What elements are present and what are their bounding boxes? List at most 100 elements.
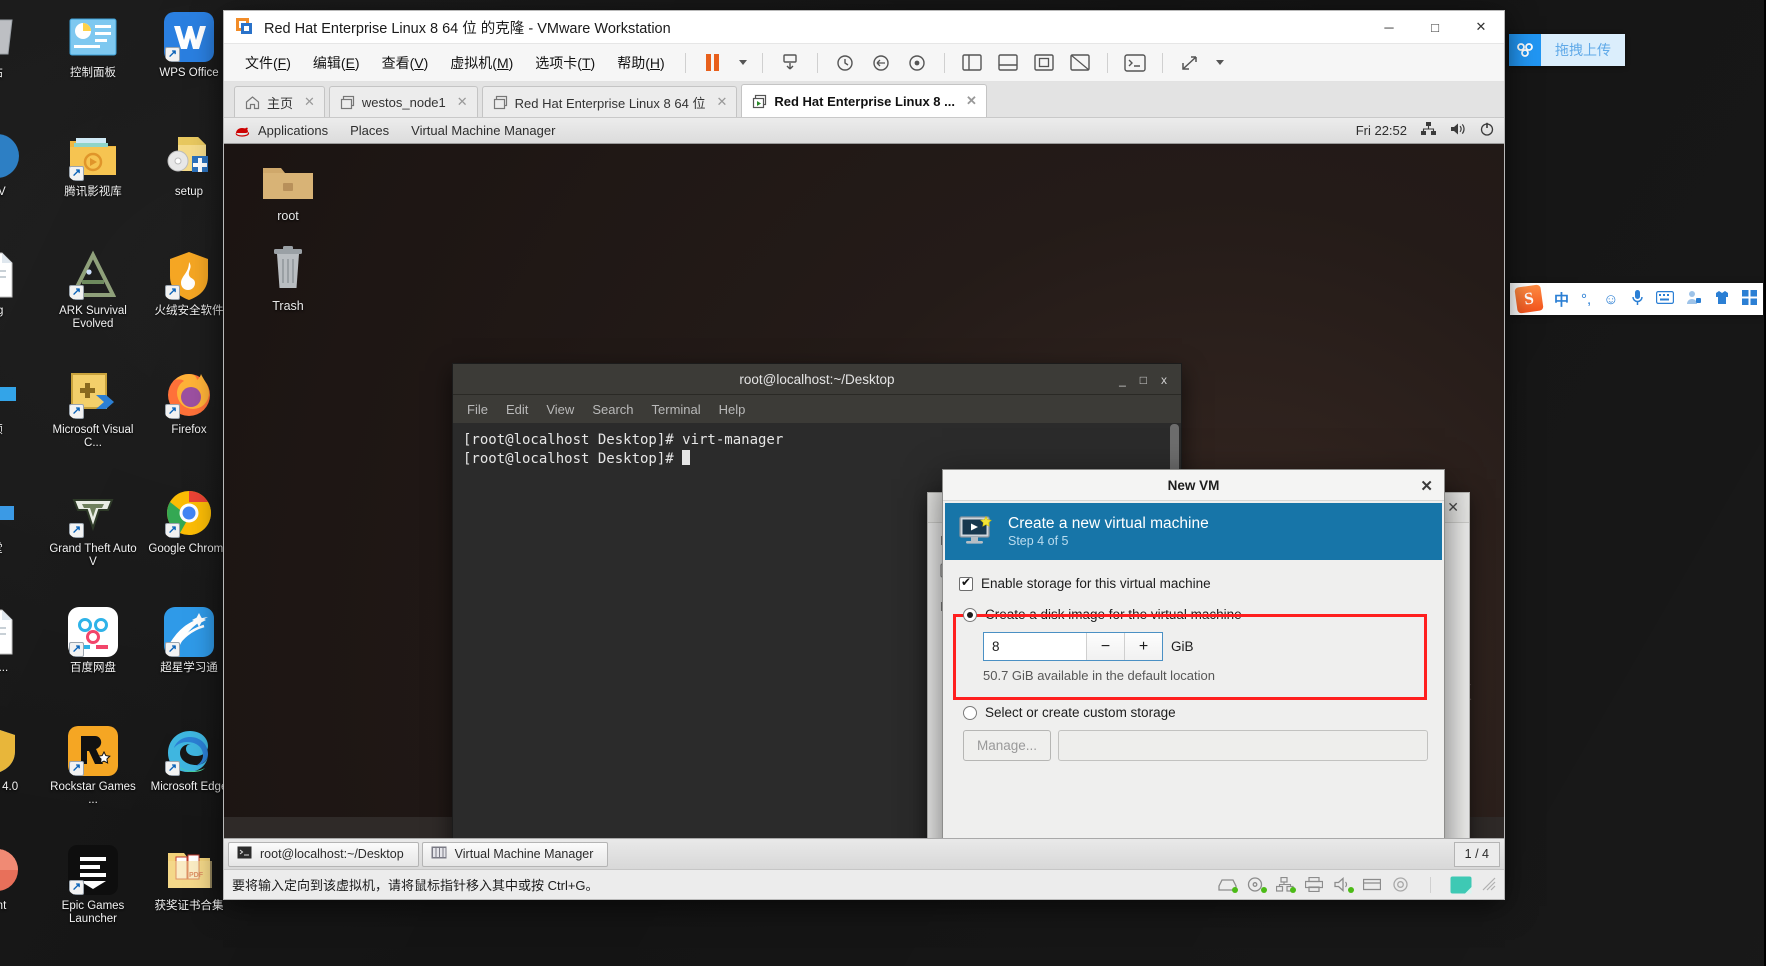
desktop-icon-root-folder[interactable]: root xyxy=(246,158,330,223)
printer-icon[interactable] xyxy=(1304,876,1324,893)
gnome-menu-places[interactable]: Places xyxy=(339,123,400,138)
fullscreen-icon[interactable] xyxy=(1172,49,1208,77)
show-library-icon[interactable] xyxy=(954,49,990,77)
desktop-icon-recycle-bin[interactable]: 站 xyxy=(0,6,40,116)
desktop-icon-wps-office[interactable]: ↗ WPS Office xyxy=(146,6,232,116)
desktop-icon-classroom[interactable]: 堂 xyxy=(0,482,40,592)
guest-screen[interactable]: Applications Places Virtual Machine Mana… xyxy=(224,118,1504,869)
ime-punctuation-icon[interactable]: °, xyxy=(1581,291,1591,308)
tab-rhel8-clone-close-icon[interactable]: ✕ xyxy=(966,93,977,109)
menu-view[interactable]: 查看(V) xyxy=(371,47,440,79)
hard-disk-icon[interactable] xyxy=(1218,877,1238,893)
terminal-minimize-button[interactable]: _ xyxy=(1119,373,1126,387)
desktop-icon-rockstar-games[interactable]: ↗ Rockstar Games ... xyxy=(50,720,136,830)
dropdown-caret-icon[interactable] xyxy=(731,49,753,77)
volume-icon[interactable] xyxy=(1450,122,1466,139)
tab-westos-node1[interactable]: westos_node1 ✕ xyxy=(328,86,478,117)
keyboard-icon[interactable] xyxy=(1655,290,1674,308)
send-ctrl-alt-del-icon[interactable] xyxy=(772,49,808,77)
network-icon[interactable] xyxy=(1421,122,1436,139)
menu-tabs[interactable]: 选项卡(T) xyxy=(524,47,606,79)
desktop-icon-baidu-netdisk[interactable]: ↗ 百度网盘 xyxy=(50,601,136,711)
maximize-button[interactable]: □ xyxy=(1412,11,1458,44)
desktop-icon-ug-doc[interactable]: ug xyxy=(0,244,40,354)
terminal-menu-terminal[interactable]: Terminal xyxy=(652,402,701,417)
sound-icon[interactable] xyxy=(1334,877,1354,893)
desktop-icon-microsoft-edge[interactable]: ↗ Microsoft Edge xyxy=(146,720,232,830)
enable-storage-checkbox-row[interactable]: Enable storage for this virtual machine xyxy=(959,575,1428,591)
desktop-icon-doc-01[interactable]: 01... xyxy=(0,601,40,711)
desktop-icon-trash[interactable]: Trash xyxy=(246,244,330,313)
tab-rhel8-clone-active[interactable]: Red Hat Enterprise Linux 8 ... ✕ xyxy=(741,84,987,117)
virt-manager-close-button[interactable]: ✕ xyxy=(1447,499,1459,516)
terminal-close-button[interactable]: x xyxy=(1161,373,1167,387)
gnome-window-title-vmm[interactable]: Virtual Machine Manager xyxy=(400,123,566,138)
tab-rhel8-close-icon[interactable]: ✕ xyxy=(716,94,727,110)
desktop-icon-grand-theft-auto-v[interactable]: ↗ Grand Theft Auto V xyxy=(49,482,137,592)
custom-storage-radio[interactable] xyxy=(963,705,977,720)
desktop-icon-huorong-security[interactable]: ↗ 火绒安全软件 xyxy=(146,244,232,354)
voice-icon[interactable] xyxy=(1631,289,1644,310)
show-thumbnails-icon[interactable] xyxy=(990,49,1026,77)
desktop-icon-setup[interactable]: setup xyxy=(146,125,232,235)
power-icon[interactable] xyxy=(1480,122,1494,139)
terminal-menu-view[interactable]: View xyxy=(546,402,574,417)
snapshot-take-icon[interactable] xyxy=(827,49,863,77)
manage-button[interactable]: Manage... xyxy=(963,730,1052,761)
desktop-icon-microsoft-visual-c[interactable]: ↗ Microsoft Visual C... xyxy=(50,363,136,473)
minimize-button[interactable]: ─ xyxy=(1366,11,1412,44)
desktop-icon-ark-survival-evolved[interactable]: ↗ ARK Survival Evolved xyxy=(50,244,136,354)
desktop-icon-mv-app[interactable]: MV xyxy=(0,125,40,235)
desktop-icon-certificates-folder[interactable]: PDF 获奖证书合集 xyxy=(146,839,232,949)
desktop-icon-powerpoint[interactable]: oint xyxy=(0,839,40,949)
custom-storage-path-input[interactable] xyxy=(1058,730,1428,761)
close-button[interactable]: ✕ xyxy=(1458,11,1504,44)
desktop-icon-video-app[interactable]: 频 xyxy=(0,363,40,473)
menu-edit[interactable]: 编辑(E) xyxy=(302,47,371,79)
snapshot-manager-icon[interactable] xyxy=(899,49,935,77)
new-vm-dialog[interactable]: New VM ✕ Create a new virtual machine St… xyxy=(942,469,1445,869)
baidu-drag-upload-widget[interactable]: 拖拽上传 xyxy=(1509,34,1625,66)
gnome-clock[interactable]: Fri 22:52 xyxy=(1356,123,1407,138)
network-icon[interactable] xyxy=(1275,876,1296,893)
ime-mode-toggle[interactable]: 中 xyxy=(1554,289,1569,310)
terminal-menu-help[interactable]: Help xyxy=(719,402,746,417)
pause-icon[interactable] xyxy=(695,49,731,77)
enable-storage-checkbox[interactable] xyxy=(959,575,973,591)
sogou-ime-toolbar[interactable]: S 中 °, ☺ xyxy=(1510,283,1763,315)
menu-vm[interactable]: 虚拟机(M) xyxy=(439,47,524,79)
apps-icon[interactable] xyxy=(1741,289,1757,309)
snapshot-revert-icon[interactable] xyxy=(863,49,899,77)
workspace-switcher[interactable]: 1 / 4 xyxy=(1453,841,1500,867)
desktop-icon-exam-4[interactable]: 考试 4.0 xyxy=(0,720,40,830)
menu-help[interactable]: 帮助(H) xyxy=(606,47,675,79)
skin-icon[interactable] xyxy=(1714,290,1730,309)
taskbar-item-terminal[interactable]: root@localhost:~/Desktop xyxy=(228,841,419,867)
terminal-menu-file[interactable]: File xyxy=(467,402,488,417)
console-icon[interactable] xyxy=(1117,49,1153,77)
camera-icon[interactable] xyxy=(1392,877,1411,892)
removable-icon[interactable] xyxy=(1362,877,1382,892)
custom-storage-radio-row[interactable]: Select or create custom storage xyxy=(963,705,1428,720)
tab-rhel8-clone-source[interactable]: Red Hat Enterprise Linux 8 64 位 ✕ xyxy=(481,86,738,117)
resize-grip-icon[interactable] xyxy=(1482,877,1496,892)
gnome-menu-applications[interactable]: Applications xyxy=(258,123,339,138)
desktop-icon-google-chrome[interactable]: ↗ Google Chrome xyxy=(146,482,232,592)
terminal-maximize-button[interactable]: □ xyxy=(1140,373,1147,387)
taskbar-item-vmm[interactable]: Virtual Machine Manager xyxy=(421,841,609,867)
tab-home[interactable]: 主页 ✕ xyxy=(234,86,325,117)
terminal-menu-search[interactable]: Search xyxy=(592,402,633,417)
desktop-icon-control-panel[interactable]: 控制面板 xyxy=(50,6,136,116)
fit-window-icon[interactable] xyxy=(1062,49,1098,77)
desktop-icon-tencent-video[interactable]: ↗ 腾讯影视库 xyxy=(50,125,136,235)
menu-file[interactable]: 文件(F) xyxy=(234,47,302,79)
desktop-icon-chaoxing-xuexitong[interactable]: ↗ 超星学习通 xyxy=(146,601,232,711)
create-disk-radio[interactable] xyxy=(963,607,977,622)
emoji-icon[interactable]: ☺ xyxy=(1603,291,1618,308)
cd-rom-icon[interactable] xyxy=(1247,877,1267,893)
close-icon[interactable]: ✕ xyxy=(1420,477,1433,495)
terminal-menu-edit[interactable]: Edit xyxy=(506,402,528,417)
tab-home-close-icon[interactable]: ✕ xyxy=(304,94,315,110)
tab-westos-node1-close-icon[interactable]: ✕ xyxy=(457,94,468,110)
user-icon[interactable] xyxy=(1686,290,1702,309)
